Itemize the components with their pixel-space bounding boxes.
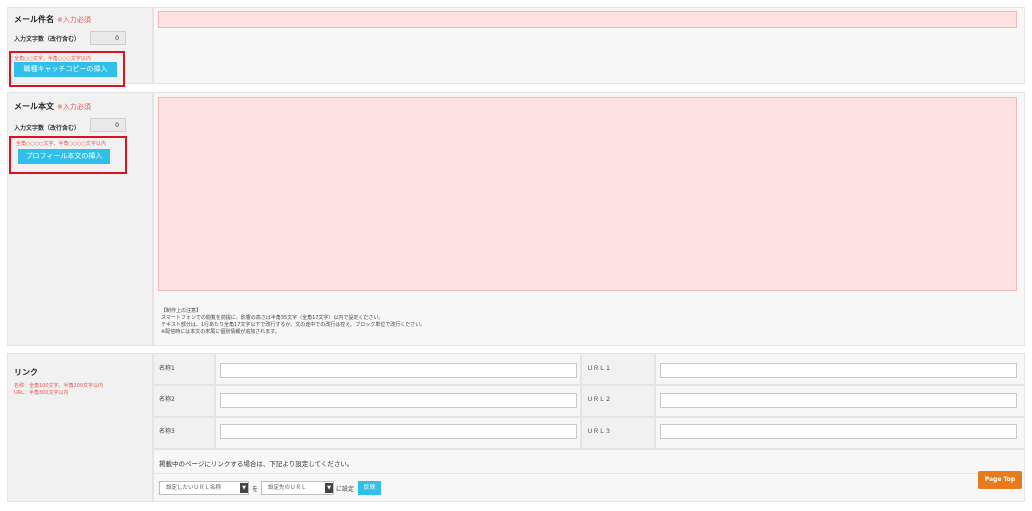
link-instruction: 掲載中のページにリンクする場合は、下記より設定してください。	[159, 460, 354, 468]
link-url-1-input[interactable]	[660, 363, 1017, 378]
link-row-1-url-label: ＵＲＬ１	[587, 365, 612, 372]
note-line: ※配信時には本文の末尾に個別情報が追加されます。	[161, 329, 280, 335]
note-line: テキスト部分は、1行あたり全角17文字以下で改行するか、文の途中での改行は控え、…	[161, 322, 426, 328]
link-row-1-name-label: 名称1	[159, 365, 175, 372]
body-heading: メール本文 ※入力必須	[14, 101, 144, 111]
link-row-2-url-label: ＵＲＬ２	[587, 396, 612, 403]
body-notes: 【制作上の注意】 スマートフォンでの閲覧を前提に、影響の高さは半角35文字（全角…	[161, 308, 761, 340]
link-name-1-input[interactable]	[220, 363, 577, 378]
link-row-3-name-label: 名称3	[159, 428, 175, 435]
note-line: スマートフォンでの閲覧を前提に、影響の高さは半角35文字（全角17文字）以内で設…	[161, 315, 384, 321]
subject-heading: メール件名 ※入力必須	[14, 14, 144, 24]
body-title: メール本文	[14, 102, 54, 111]
body-count-label: 入力文字数（改行含む）	[14, 125, 81, 132]
chevron-down-icon[interactable]: ▼	[240, 483, 248, 493]
links-hint-line: 名称：全角100文字、半角200文字以内	[14, 383, 104, 389]
connector-wo: を	[252, 486, 259, 493]
links-title: リンク	[14, 368, 38, 377]
note-line: 【制作上の注意】	[161, 308, 202, 314]
link-row-3-url-label: ＵＲＬ３	[587, 428, 612, 435]
body-textarea[interactable]	[158, 97, 1017, 291]
body-count-value: 0	[90, 118, 126, 132]
subject-title: メール件名	[14, 15, 54, 24]
link-name-3-input[interactable]	[220, 424, 577, 439]
link-name-2-input[interactable]	[220, 393, 577, 408]
link-url-2-input[interactable]	[660, 393, 1017, 408]
link-row-2-name-label: 名称2	[159, 396, 175, 403]
subject-count-label: 入力文字数（改行含む）	[14, 36, 81, 43]
url-target-select[interactable]: 設定先のＵＲＬ	[261, 481, 334, 495]
chevron-down-icon[interactable]: ▼	[325, 483, 333, 493]
apply-button[interactable]: 反映	[358, 481, 381, 495]
link-setting-divider	[153, 473, 1025, 474]
page-top-button[interactable]: Page Top	[978, 471, 1022, 489]
subject-hint: 全角○○文字、半角○○○文字以内	[14, 56, 91, 62]
links-hint: 名称：全角100文字、半角200文字以内 URL：半角300文字以内	[14, 383, 144, 397]
body-hint: 全角○○○○文字、半角○○○○文字以内	[16, 141, 106, 147]
body-required-badge: ※入力必須	[57, 103, 91, 111]
connector-ni-settei: に設定	[336, 486, 355, 493]
url-name-select-value: 設定したいＵＲＬ名称	[166, 485, 222, 491]
url-target-select-value: 設定先のＵＲＬ	[268, 485, 307, 491]
link-url-3-input[interactable]	[660, 424, 1017, 439]
url-name-select[interactable]: 設定したいＵＲＬ名称	[159, 481, 249, 495]
links-hint-line: URL：半角300文字以内	[14, 390, 69, 396]
insert-profile-button[interactable]: プロフィール本文の挿入	[18, 149, 110, 164]
subject-count-value: 0	[90, 31, 126, 45]
subject-required-badge: ※入力必須	[57, 16, 91, 24]
subject-input[interactable]	[158, 11, 1017, 28]
insert-catchcopy-button[interactable]: 職種キャッチコピーの挿入	[14, 62, 117, 77]
